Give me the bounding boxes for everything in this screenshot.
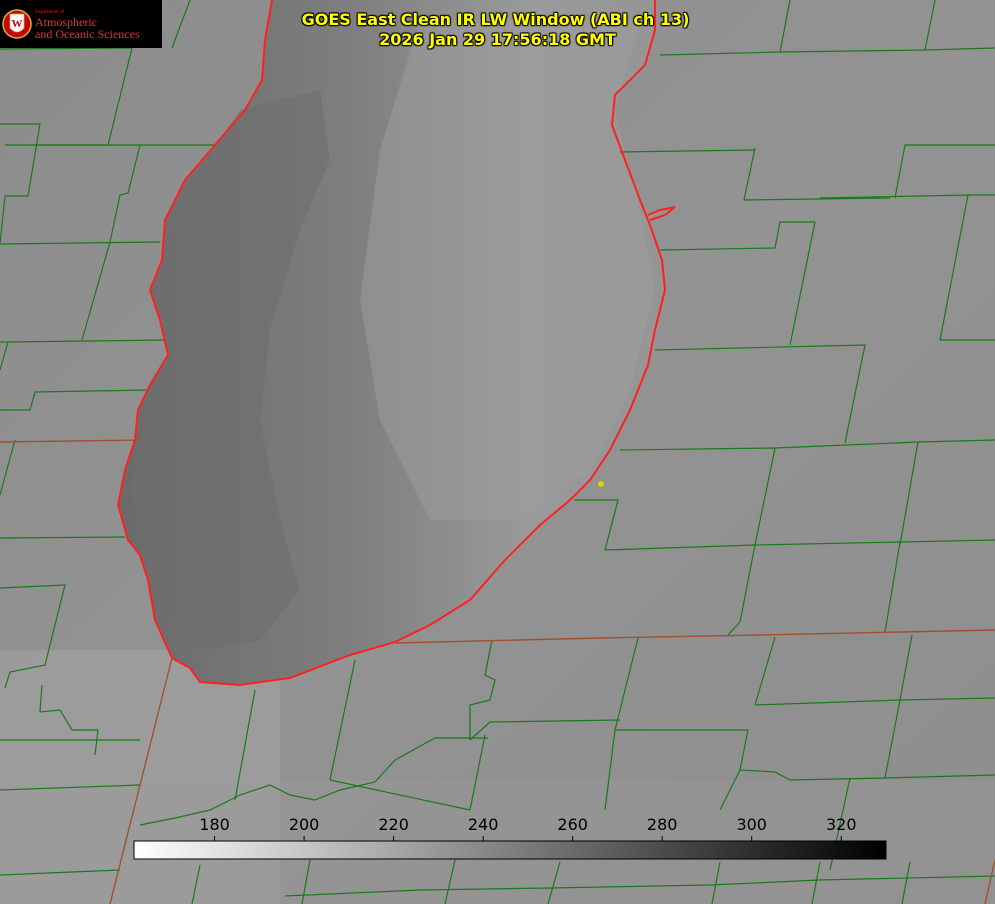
map-canvas[interactable]: 180 200 220 240 260 280 300 320 (0, 0, 995, 904)
title-product: GOES East Clean IR LW Window (ABI ch 13) (301, 10, 690, 29)
colorbar-tick-label-180: 180 (199, 815, 230, 834)
colorbar-tick-label-200: 200 (289, 815, 320, 834)
image-title: GOES East Clean IR LW Window (ABI ch 13)… (0, 10, 995, 50)
title-timestamp: 2026 Jan 29 17:56:18 GMT (379, 30, 616, 49)
colorbar-tick-label-320: 320 (826, 815, 857, 834)
satellite-map[interactable]: 180 200 220 240 260 280 300 320 W Department of… (0, 0, 995, 904)
point-marker (598, 481, 604, 487)
colorbar-tick-label-280: 280 (647, 815, 678, 834)
colorbar-tick-label-260: 260 (557, 815, 588, 834)
colorbar-gradient (133, 840, 887, 860)
colorbar-tick-label-240: 240 (468, 815, 499, 834)
colorbar-tick-label-300: 300 (736, 815, 767, 834)
colorbar-tick-label-220: 220 (378, 815, 409, 834)
